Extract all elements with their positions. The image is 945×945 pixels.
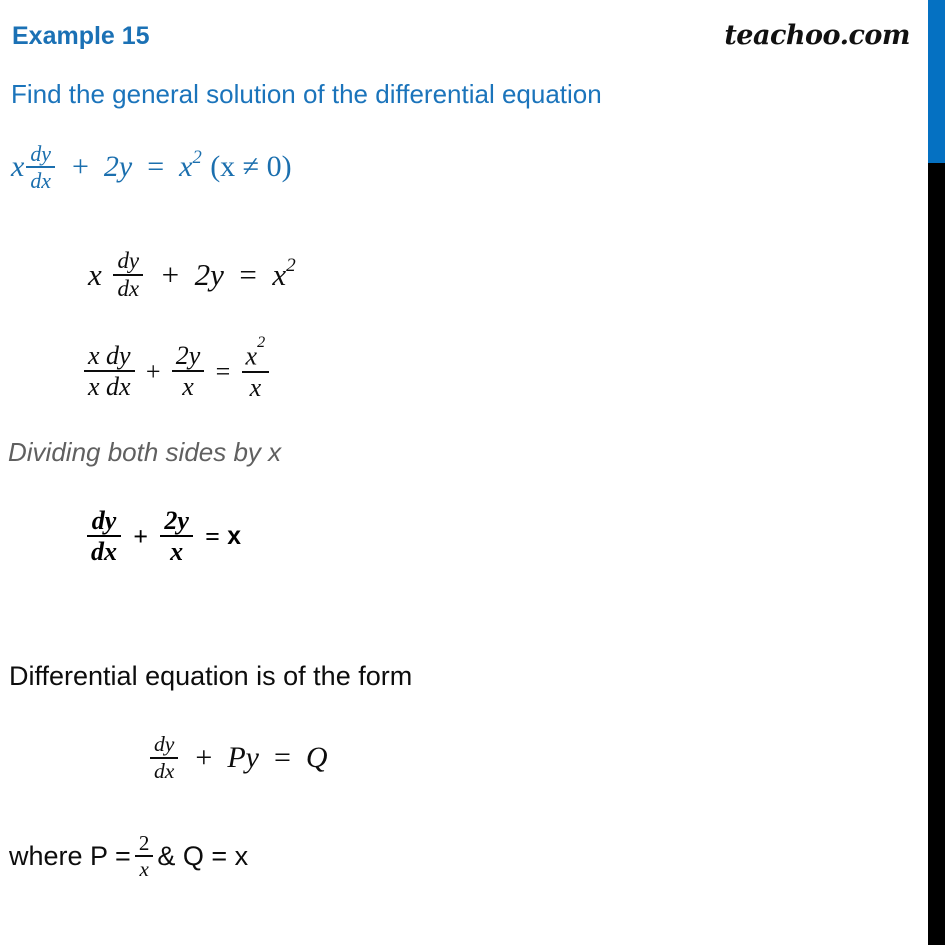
document-page: Example 15 teachoo.com Find the general … xyxy=(0,0,928,945)
eq-restate-term2: 2y xyxy=(194,257,224,293)
eq-divide-term2-numerator: 2y xyxy=(175,341,201,371)
note-dividing-both-sides: Dividing both sides by x xyxy=(8,437,282,467)
eq-general-term2: Py xyxy=(227,741,259,775)
eq-restate-rhs-exponent: 2 xyxy=(286,255,296,277)
eq-restate-var: x xyxy=(88,257,102,293)
eq-restate-rhs-base: x xyxy=(272,257,287,293)
eq-divide-term1-denominator: x dx xyxy=(88,372,131,402)
where-suffix: & Q = x xyxy=(157,841,249,872)
form-statement: Differential equation is of the form xyxy=(9,661,413,691)
equation-simplified-result: dy dx + 2y x = x xyxy=(82,508,241,565)
eq-result-rhs: x xyxy=(227,522,241,550)
eq-restate-plus: + xyxy=(161,257,180,293)
where-definitions: where P = 2 x & Q = x xyxy=(9,831,249,882)
eq-divide-term3: x2 x xyxy=(241,335,270,402)
equation-problem: x dy dx + 2y = x 2 (x ≠ 0) xyxy=(11,143,292,192)
equation-divide-by-x: x dy x dx + 2y x = x2 x xyxy=(80,335,273,402)
eq-problem-derivative: dy dx xyxy=(26,143,55,192)
where-p-fraction: 2 x xyxy=(134,831,154,882)
eq-result-derivative: dy dx xyxy=(87,508,121,565)
eq-divide-term1-numerator: x dy xyxy=(88,341,131,371)
equation-restate: x dy dx + 2y = x 2 xyxy=(88,248,296,301)
brand-logo: teachoo.com xyxy=(724,20,910,51)
eq-general-plus: + xyxy=(195,741,213,775)
eq-general-rhs: Q xyxy=(305,741,328,775)
eq-problem-rhs-base: x xyxy=(179,150,193,184)
eq-result-term2-numerator: 2y xyxy=(164,506,189,535)
where-p-denominator: x xyxy=(139,857,149,882)
eq-result-derivative-numerator: dy xyxy=(91,506,117,535)
eq-divide-term3-exponent: 2 xyxy=(257,334,266,352)
eq-result-term2-denominator: x xyxy=(170,537,184,566)
eq-divide-term1: x dy x dx xyxy=(84,343,135,400)
eq-problem-plus: + xyxy=(72,150,89,184)
eq-divide-plus: + xyxy=(145,356,161,386)
edge-strip-black xyxy=(928,163,945,945)
eq-divide-equals: = xyxy=(215,356,231,386)
eq-result-term2: 2y x xyxy=(160,508,193,565)
eq-problem-derivative-denominator: dx xyxy=(30,167,51,193)
eq-restate-equals: = xyxy=(239,257,257,293)
eq-divide-term3-numerator: x2 xyxy=(242,335,270,371)
where-p-numerator: 2 xyxy=(138,831,150,855)
eq-problem-term2: 2y xyxy=(103,150,133,184)
page-title: Example 15 xyxy=(12,22,150,50)
eq-restate-derivative: dy dx xyxy=(113,248,144,301)
eq-problem-var: x xyxy=(11,150,25,184)
question-statement: Find the general solution of the differe… xyxy=(11,79,602,109)
equation-general-form: dy dx + Py = Q xyxy=(148,732,328,783)
edge-strip-blue xyxy=(928,0,945,163)
eq-problem-rhs-exponent: 2 xyxy=(192,147,202,169)
eq-result-derivative-denominator: dx xyxy=(91,537,117,566)
eq-restate-derivative-numerator: dy xyxy=(117,248,140,273)
eq-general-derivative: dy dx xyxy=(150,732,179,783)
eq-divide-term2: 2y x xyxy=(171,341,205,402)
eq-result-equals: = xyxy=(205,521,220,551)
eq-problem-equals: = xyxy=(147,150,165,184)
where-prefix: where P = xyxy=(9,841,131,872)
eq-divide-term3-base: x xyxy=(245,341,258,371)
eq-restate-derivative-denominator: dx xyxy=(117,275,140,301)
eq-divide-term3-denominator: x xyxy=(249,372,262,402)
eq-general-derivative-numerator: dy xyxy=(154,732,175,756)
eq-problem-derivative-numerator: dy xyxy=(30,141,51,166)
eq-general-equals: = xyxy=(273,741,291,775)
eq-problem-condition: (x ≠ 0) xyxy=(210,150,292,184)
eq-divide-term2-denominator: x xyxy=(182,372,194,402)
eq-result-plus: + xyxy=(133,521,149,551)
eq-general-derivative-denominator: dx xyxy=(154,758,175,783)
